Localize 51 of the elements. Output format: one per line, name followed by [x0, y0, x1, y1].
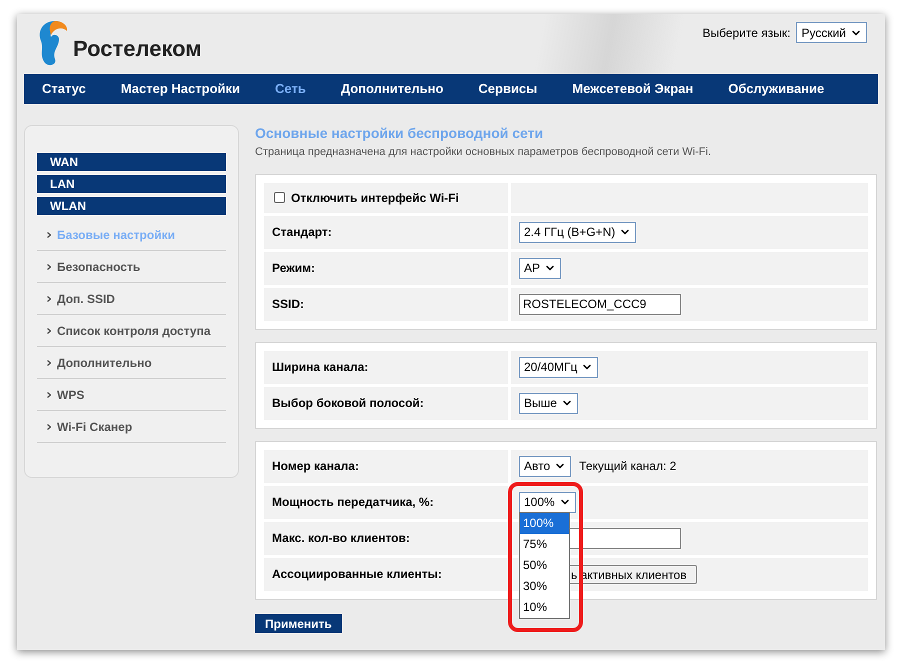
dropdown-option[interactable]: 100% — [520, 512, 569, 534]
chevron-icon — [47, 296, 51, 302]
page-title: Основные настройки беспроводной сети — [255, 125, 544, 141]
sidebar-group[interactable]: LAN — [37, 175, 226, 193]
select-field[interactable]: Авто — [519, 456, 572, 476]
chevron-icon — [47, 232, 51, 238]
sidebar-item[interactable]: Wi-Fi Сканер — [57, 418, 132, 436]
logo-text: Ростелеком — [73, 35, 202, 63]
dropdown-option[interactable]: 75% — [520, 534, 569, 554]
apply-button[interactable]: Применить — [255, 614, 342, 633]
chevron-icon — [47, 392, 51, 398]
chevron-icon — [47, 360, 51, 366]
page-description: Страница предназначена для настройки основных параметров беспроводной сети Wi-Fi. — [255, 145, 712, 160]
field-label: SSID: — [272, 296, 304, 313]
select-field[interactable]: Выше — [519, 392, 578, 414]
field-label: Режим: — [272, 260, 315, 277]
select-field[interactable]: Русский — [796, 22, 867, 43]
field-label: Мощность передатчика, %: — [272, 494, 434, 511]
sidebar-item[interactable]: WPS — [57, 386, 84, 404]
language-label: Выберите язык: — [702, 24, 790, 42]
field-label: Ассоциированные клиенты: — [272, 566, 442, 583]
field-label: Ширина канала: — [272, 359, 368, 376]
chevron-icon — [47, 424, 51, 430]
checkbox[interactable] — [274, 192, 285, 203]
sidebar-item[interactable]: Список контроля доступа — [57, 322, 210, 340]
sidebar-group[interactable]: WAN — [37, 153, 226, 171]
select-field[interactable]: 100% — [519, 492, 576, 512]
field-label: Стандарт: — [272, 224, 332, 241]
field-label: Выбор боковой полосой: — [272, 395, 424, 412]
select-field[interactable]: AP — [519, 258, 562, 278]
sidebar-item[interactable]: Дополнительно — [57, 354, 152, 372]
sidebar-item[interactable]: Безопасность — [57, 258, 140, 276]
sidebar-group[interactable]: WLAN — [37, 197, 226, 215]
chevron-icon — [47, 328, 51, 334]
sidebar-item[interactable]: Доп. SSID — [57, 290, 115, 308]
nav-tab[interactable]: Дополнительно — [340, 79, 444, 99]
nav-tab[interactable]: Сеть — [275, 79, 306, 99]
nav-tab[interactable]: Мастер Настройки — [120, 79, 240, 99]
select-field[interactable]: 2.4 ГГц (B+G+N) — [519, 222, 636, 242]
dropdown-option[interactable]: 10% — [520, 596, 569, 618]
current-channel-text: Текущий канал: 2 — [579, 458, 676, 475]
nav-tab[interactable]: Статус — [42, 79, 86, 99]
nav-tab[interactable]: Межсетевой Экран — [572, 79, 694, 99]
nav-tab[interactable]: Обслуживание — [728, 79, 824, 99]
select-field[interactable]: 20/40МГц — [519, 356, 598, 378]
chevron-icon — [47, 264, 51, 270]
field-label: Макс. кол-во клиентов: — [272, 530, 410, 547]
field-label: Отключить интерфейс Wi-Fi — [291, 190, 459, 206]
field-label: Номер канала: — [272, 458, 359, 475]
nav-tab[interactable]: Сервисы — [478, 79, 538, 99]
input-field[interactable]: ROSTELECOM_CCC9 — [519, 294, 681, 314]
